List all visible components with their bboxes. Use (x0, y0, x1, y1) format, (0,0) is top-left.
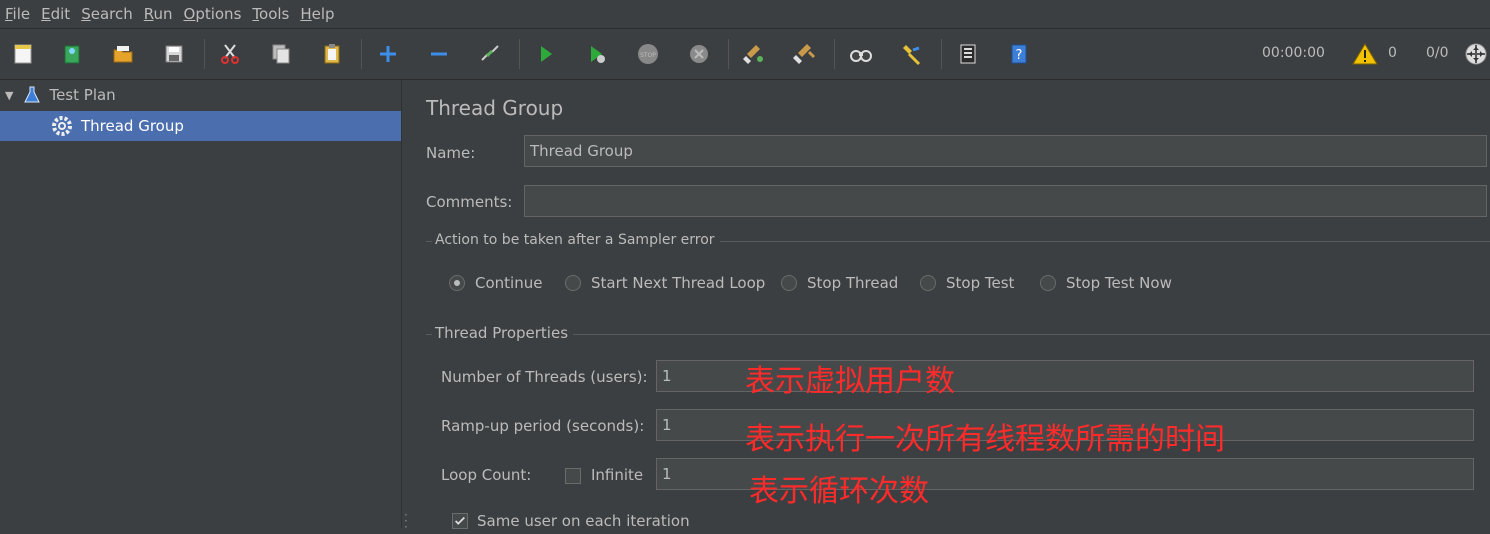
annotation-rampup: 表示执行一次所有线程数所需的时间 (745, 422, 1225, 457)
toolbar-separator (361, 39, 362, 69)
stop-icon[interactable]: STOP (635, 41, 661, 67)
thread-properties-group-label: Thread Properties (435, 324, 569, 342)
group-border (426, 241, 432, 242)
radio-label: Start Next Thread Loop (591, 274, 766, 292)
shutdown-icon[interactable] (686, 41, 712, 67)
elapsed-timer: 00:00:00 (1262, 45, 1325, 61)
annotation-threads: 表示虚拟用户数 (745, 364, 955, 399)
tree-item-label: Thread Group (81, 117, 184, 135)
remote-engines-icon[interactable] (1464, 42, 1488, 66)
toolbar-separator (204, 39, 205, 69)
search-icon[interactable] (848, 41, 874, 67)
radio-label: Stop Test (946, 274, 1015, 292)
menu-edit[interactable]: Edit (41, 5, 70, 23)
warning-icon[interactable] (1352, 42, 1378, 66)
rampup-label: Ramp-up period (seconds): (441, 417, 645, 435)
templates-icon[interactable] (59, 41, 85, 67)
menu-tools[interactable]: Tools (252, 5, 289, 23)
radio-indicator[interactable] (449, 275, 465, 291)
infinite-label: Infinite (591, 466, 644, 484)
chevron-down-icon[interactable]: ▼ (5, 89, 13, 102)
annotation-loop: 表示循环次数 (749, 474, 929, 509)
help-icon[interactable]: ? (1006, 41, 1032, 67)
radio-stop-test[interactable]: Stop Test (920, 274, 1014, 292)
sampler-error-group-label: Action to be taken after a Sampler error (435, 232, 715, 248)
reset-search-icon[interactable] (899, 41, 925, 67)
radio-label: Continue (475, 274, 543, 292)
gear-icon (51, 115, 73, 137)
open-icon[interactable] (110, 41, 136, 67)
loop-count-label: Loop Count: (441, 466, 532, 484)
svg-text:?: ? (1016, 48, 1023, 63)
group-border (573, 334, 1490, 335)
function-helper-icon[interactable] (955, 41, 981, 67)
start-icon[interactable] (533, 41, 559, 67)
tree-item-label: Test Plan (49, 86, 116, 104)
new-icon[interactable] (10, 41, 36, 67)
radio-stop-test-now[interactable]: Stop Test Now (1040, 274, 1172, 292)
toolbar-separator (834, 39, 835, 69)
toggle-icon[interactable] (477, 41, 503, 67)
tree-item-test-plan[interactable]: ▼ Test Plan (0, 80, 400, 110)
checkmark-icon (455, 516, 465, 525)
toolbar: STOP ? 00:00:00 0 0/0 (0, 29, 1490, 80)
group-border (720, 241, 1490, 242)
group-border (426, 334, 432, 335)
infinite-checkbox[interactable] (565, 468, 581, 484)
toolbar-separator (728, 39, 729, 69)
radio-stop-thread[interactable]: Stop Thread (781, 274, 898, 292)
test-plan-tree: ▼ Test Plan Thread Group (0, 80, 401, 528)
start-no-pause-icon[interactable] (584, 41, 610, 67)
menu-search[interactable]: Search (81, 5, 133, 23)
radio-label: Stop Test Now (1066, 274, 1172, 292)
save-icon[interactable] (161, 41, 187, 67)
thread-group-panel: Thread Group Name: Thread Group Comments… (413, 80, 1490, 530)
comments-label: Comments: (426, 193, 513, 211)
active-threads-ratio: 0/0 (1426, 45, 1449, 61)
menu-help[interactable]: Help (300, 5, 334, 23)
copy-icon[interactable] (268, 41, 294, 67)
radio-indicator[interactable] (920, 275, 936, 291)
radio-start-next-thread-loop[interactable]: Start Next Thread Loop (565, 274, 765, 292)
flask-icon (23, 86, 41, 104)
comments-field[interactable] (524, 185, 1487, 217)
radio-label: Stop Thread (807, 274, 899, 292)
menu-bar: File Edit Search Run Options Tools Help (0, 0, 1490, 29)
tree-item-thread-group[interactable]: Thread Group (0, 111, 401, 141)
name-label: Name: (426, 144, 476, 162)
menu-options[interactable]: Options (184, 5, 242, 23)
menu-file[interactable]: File (5, 5, 30, 23)
radio-indicator[interactable] (1040, 275, 1056, 291)
clear-all-icon[interactable] (792, 41, 818, 67)
clear-icon[interactable] (741, 41, 767, 67)
svg-text:STOP: STOP (640, 52, 656, 59)
toolbar-separator (519, 39, 520, 69)
name-field[interactable]: Thread Group (524, 135, 1487, 167)
radio-indicator[interactable] (565, 275, 581, 291)
same-user-checkbox[interactable] (452, 513, 468, 529)
radio-continue[interactable]: Continue (449, 274, 542, 292)
menu-run[interactable]: Run (144, 5, 173, 23)
toolbar-separator (941, 39, 942, 69)
splitter-grip-icon[interactable]: · · · (404, 509, 408, 533)
paste-icon[interactable] (319, 41, 345, 67)
collapse-icon[interactable] (426, 41, 452, 67)
warning-count: 0 (1388, 45, 1397, 61)
same-user-label: Same user on each iteration (477, 512, 690, 530)
expand-icon[interactable] (375, 41, 401, 67)
cut-icon[interactable] (217, 41, 243, 67)
radio-indicator[interactable] (781, 275, 797, 291)
page-title: Thread Group (426, 96, 564, 120)
threads-label: Number of Threads (users): (441, 368, 648, 386)
